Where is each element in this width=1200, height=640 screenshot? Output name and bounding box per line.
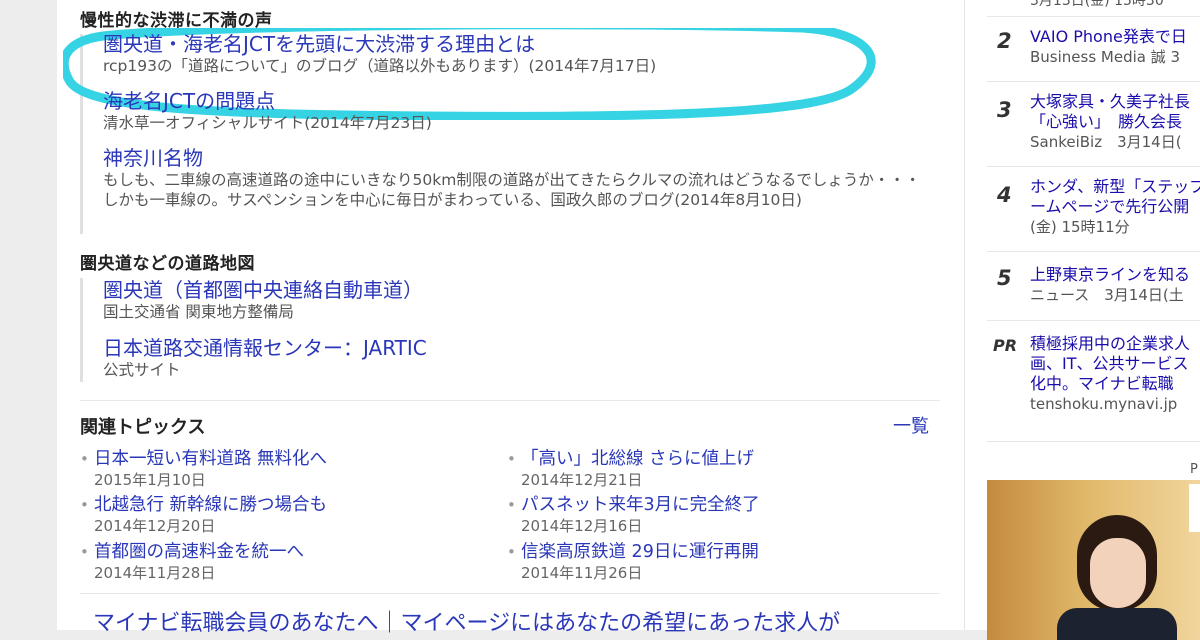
entry-ebina-jct-reason: 圏央道・海老名JCTを先頭に大渋滞する理由とは rcp193の「道路について」の… bbox=[83, 32, 923, 76]
entry-ebina-jct-problem: 海老名JCTの問題点 清水草一オフィシャルサイト(2014年7月23日) bbox=[83, 89, 923, 133]
pr-content: 積極採用中の企業求人 画、IT、公共サービス 化中。マイナビ転職 tenshok… bbox=[1030, 334, 1200, 414]
pr-text-line[interactable]: 画、IT、公共サービス bbox=[1030, 354, 1200, 374]
topic-date: 2014年11月28日 bbox=[94, 564, 216, 582]
rank-source: (金) 15時11分 bbox=[1030, 218, 1130, 236]
rank-title-link[interactable]: 上野東京ラインを知る bbox=[1030, 265, 1200, 285]
rank-title-link[interactable]: ホンダ、新型「ステップ bbox=[1030, 177, 1200, 197]
bullet: • bbox=[80, 496, 89, 514]
entry-source: 公式サイト bbox=[103, 361, 181, 379]
rank-number: 4 bbox=[997, 183, 1012, 207]
pr-row: PR 積極採用中の企業求人 画、IT、公共サービス 化中。マイナビ転職 tens… bbox=[987, 321, 1200, 442]
main-column: 慢性的な渋滞に不満の声 圏央道・海老名JCTを先頭に大渋滞する理由とは rcp1… bbox=[57, 0, 965, 636]
topics-heading: 関連トピックス bbox=[80, 417, 206, 438]
bullet: • bbox=[507, 450, 516, 468]
topic-link[interactable]: 北越急行 新幹線に勝つ場合も bbox=[94, 494, 327, 516]
topic-date: 2014年12月20日 bbox=[94, 517, 216, 535]
advertisement-image[interactable] bbox=[987, 480, 1200, 640]
topic-link[interactable]: パスネット来年3月に完全終了 bbox=[521, 494, 760, 516]
entry-description: もしも、二車線の高速道路の途中にいきなり50km制限の道路が出てきたらクルマの流… bbox=[103, 171, 921, 209]
ad-text-block bbox=[1189, 484, 1200, 532]
bullet: • bbox=[80, 543, 89, 561]
bullet: • bbox=[507, 543, 516, 561]
topics-more-link[interactable]: 一覧 bbox=[893, 412, 929, 438]
sidebar: 2 VAIO Phone発表で日 Business Media 誠 3 3 大塚… bbox=[965, 0, 1200, 640]
pr-label: PR bbox=[993, 336, 1018, 355]
topic-date: 2014年12月21日 bbox=[521, 471, 643, 489]
sidebar-top-fragment: 3月13日(金) 15時30 bbox=[1030, 0, 1164, 9]
bullet: • bbox=[507, 496, 516, 514]
pr-text-line[interactable]: 積極採用中の企業求人 bbox=[1030, 334, 1200, 354]
topic-link[interactable]: 「高い」北総線 さらに値上げ bbox=[521, 448, 754, 470]
ranking-row: 3 大塚家具・久美子社長 「心強い」 勝久会長 SankeiBiz 3月14日( bbox=[987, 82, 1200, 167]
section-heading-maps: 圏央道などの道路地図 bbox=[80, 254, 255, 274]
entry-jartic: 日本道路交通情報センター：JARTIC 公式サイト bbox=[83, 336, 923, 380]
topic-item: • 信楽高原鉄道 29日に運行再開 2014年11月26日 bbox=[507, 541, 759, 583]
topic-date: 2014年12月16日 bbox=[521, 517, 643, 535]
ad-label: P bbox=[1190, 462, 1198, 477]
entry-ken-o-do: 圏央道（首都圏中央連絡自動車道） 国土交通省 関東地方整備局 bbox=[83, 278, 923, 322]
topic-link[interactable]: 信楽高原鉄道 29日に運行再開 bbox=[521, 541, 759, 563]
rank-number: 3 bbox=[997, 98, 1012, 122]
entry-title-link[interactable]: 圏央道（首都圏中央連絡自動車道） bbox=[103, 278, 923, 302]
rank-title-link[interactable]: VAIO Phone発表で日 bbox=[1030, 27, 1200, 47]
divider bbox=[80, 400, 940, 401]
rank-source: Business Media 誠 3 bbox=[1030, 48, 1181, 66]
rank-content: VAIO Phone発表で日 Business Media 誠 3 bbox=[1030, 27, 1200, 67]
entry-kanagawa-meibutsu: 神奈川名物 もしも、二車線の高速道路の途中にいきなり50km制限の道路が出てきた… bbox=[83, 146, 923, 210]
entry-source: rcp193の「道路について」のブログ（道路以外もあります）(2014年7月17… bbox=[103, 57, 657, 75]
ad-person-face bbox=[1090, 538, 1146, 608]
entry-title-link[interactable]: 日本道路交通情報センター：JARTIC bbox=[103, 336, 923, 360]
topic-item: • パスネット来年3月に完全終了 2014年12月16日 bbox=[507, 494, 760, 536]
rank-title-link-line2[interactable]: 「心強い」 勝久会長 bbox=[1030, 112, 1200, 132]
topic-link[interactable]: 日本一短い有料道路 無料化へ bbox=[94, 448, 327, 470]
section-heading-voices: 慢性的な渋滞に不満の声 bbox=[80, 11, 273, 31]
rank-content: ホンダ、新型「ステップ ームページで先行公開 (金) 15時11分 bbox=[1030, 177, 1200, 237]
ranking-row: 2 VAIO Phone発表で日 Business Media 誠 3 bbox=[987, 17, 1200, 82]
ranking-row: 5 上野東京ラインを知る ニュース 3月14日(土 bbox=[987, 252, 1200, 321]
entry-title-link[interactable]: 圏央道・海老名JCTを先頭に大渋滞する理由とは bbox=[103, 32, 923, 56]
pr-url: tenshoku.mynavi.jp bbox=[1030, 395, 1178, 413]
rank-number: 2 bbox=[997, 29, 1012, 53]
pr-text-line[interactable]: 化中。マイナビ転職 bbox=[1030, 374, 1200, 394]
rank-number: 5 bbox=[997, 266, 1012, 290]
divider bbox=[80, 593, 940, 594]
entry-source: 国土交通省 関東地方整備局 bbox=[103, 303, 294, 321]
topic-item: • 日本一短い有料道路 無料化へ 2015年1月10日 bbox=[80, 448, 327, 490]
topic-link[interactable]: 首都圏の高速料金を統一へ bbox=[94, 541, 304, 563]
topic-date: 2015年1月10日 bbox=[94, 471, 206, 489]
topic-item: • 北越急行 新幹線に勝つ場合も 2014年12月20日 bbox=[80, 494, 327, 536]
rank-title-link[interactable]: 大塚家具・久美子社長 bbox=[1030, 92, 1200, 112]
topic-item: • 首都圏の高速料金を統一へ 2014年11月28日 bbox=[80, 541, 304, 583]
ranking-row: 4 ホンダ、新型「ステップ ームページで先行公開 (金) 15時11分 bbox=[987, 167, 1200, 252]
rank-source: ニュース 3月14日(土 bbox=[1030, 286, 1184, 304]
ad-person-body bbox=[1057, 608, 1177, 640]
rank-source: SankeiBiz 3月14日( bbox=[1030, 133, 1182, 151]
topic-item: • 「高い」北総線 さらに値上げ 2014年12月21日 bbox=[507, 448, 754, 490]
voices-entries: 圏央道・海老名JCTを先頭に大渋滞する理由とは rcp193の「道路について」の… bbox=[63, 28, 920, 234]
rank-content: 大塚家具・久美子社長 「心強い」 勝久会長 SankeiBiz 3月14日( bbox=[1030, 92, 1200, 152]
entry-title-link[interactable]: 海老名JCTの問題点 bbox=[103, 89, 923, 113]
rank-title-link-line2[interactable]: ームページで先行公開 bbox=[1030, 197, 1200, 217]
topic-date: 2014年11月26日 bbox=[521, 564, 643, 582]
bullet: • bbox=[80, 450, 89, 468]
rank-content: 上野東京ラインを知る ニュース 3月14日(土 bbox=[1030, 265, 1200, 305]
mynavi-member-link[interactable]: マイナビ転職会員のあなたへ｜マイページにはあなたの希望にあった求人が bbox=[93, 605, 840, 637]
entry-title-link[interactable]: 神奈川名物 bbox=[103, 146, 923, 170]
maps-entries: 圏央道（首都圏中央連絡自動車道） 国土交通省 関東地方整備局 日本道路交通情報セ… bbox=[80, 278, 427, 382]
entry-source: 清水草一オフィシャルサイト(2014年7月23日) bbox=[103, 114, 432, 132]
